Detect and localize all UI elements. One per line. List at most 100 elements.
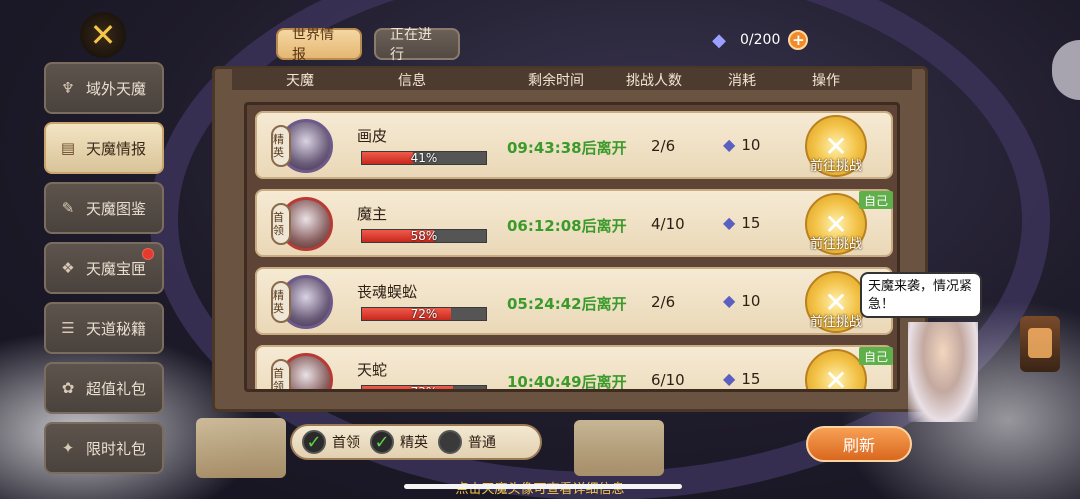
challenger-count: 4/10: [651, 215, 685, 233]
tab-world-intel[interactable]: 世界情报: [276, 27, 362, 63]
rank-tag: 精英: [271, 281, 291, 323]
remaining-time: 09:43:38后离开: [507, 139, 627, 157]
table-header: 天魔 信息 剩余时间 挑战人数 消耗 操作: [232, 68, 912, 90]
gem-icon: ◆: [723, 369, 736, 388]
hp-bar: 58%: [361, 229, 487, 243]
remaining-time: 06:12:08后离开: [507, 217, 627, 235]
challenge-button[interactable]: ✕: [805, 349, 867, 389]
rank-tag: 首领: [271, 203, 291, 245]
sidebar-item-0[interactable]: ♆ 域外天魔: [44, 62, 164, 114]
tab-in-progress[interactable]: 正在进行: [374, 27, 460, 63]
desk-compass-decoration: [574, 420, 664, 476]
hp-percent: 72%: [410, 307, 438, 321]
sidebar-item-label: 超值礼包: [86, 379, 147, 398]
sidebar-item-2[interactable]: ✎ 天魔图鉴: [44, 182, 164, 234]
hp-bar: 72%: [361, 307, 487, 321]
demon-avatar[interactable]: 精英: [271, 275, 333, 331]
demon-icon: ♆: [61, 79, 75, 97]
sidebar-item-label: 天魔图鉴: [86, 199, 147, 218]
gem-icon: ◆: [723, 291, 736, 310]
header-info: 信息: [398, 73, 426, 89]
limited-gift-icon: ✦: [61, 439, 75, 457]
manual-icon: ☰: [61, 319, 75, 337]
header-demon: 天魔: [286, 73, 314, 89]
challenger-count: 2/6: [651, 293, 676, 311]
challenge-label: 前往挑战: [809, 237, 862, 252]
filter-0[interactable]: ✓ 首领: [302, 430, 360, 454]
filter-2[interactable]: 普通: [438, 430, 496, 454]
scroll-icon: ✎: [61, 199, 75, 217]
cost: ◆ 15: [723, 213, 760, 232]
hp-bar: 41%: [361, 151, 487, 165]
demon-avatar[interactable]: 精英: [271, 119, 333, 175]
sidebar-item-label: 天道秘籍: [86, 319, 147, 338]
refresh-button[interactable]: 刷新: [806, 426, 912, 462]
remaining-time: 10:40:49后离开: [507, 373, 627, 391]
demon-avatar[interactable]: 首领: [271, 353, 333, 389]
desk-scroll-decoration: [196, 418, 286, 478]
header-action: 操作: [812, 73, 840, 89]
demon-name: 丧魂蜈蚣: [357, 283, 418, 301]
checkbox-icon[interactable]: [438, 430, 462, 454]
header-time: 剩余时间: [528, 73, 584, 89]
cost: ◆ 10: [723, 135, 760, 154]
filter-label: 精英: [400, 435, 428, 451]
sidebar-item-3[interactable]: ❖ 天魔宝匣: [44, 242, 164, 294]
sidebar-item-1[interactable]: ▤ 天魔情报: [44, 122, 164, 174]
book-icon: ▤: [60, 139, 76, 157]
sidebar-item-6[interactable]: ✦ 限时礼包: [44, 422, 164, 474]
table-row: 首领 魔主 58% 06:12:08后离开 4/10 ◆ 15 ✕ 前往挑战 自…: [255, 189, 893, 257]
demon-list[interactable]: 精英 画皮 41% 09:43:38后离开 2/6 ◆ 10 ✕ 前往挑战 首领…: [244, 102, 900, 392]
cost-value: 10: [741, 135, 761, 154]
sidebar-item-4[interactable]: ☰ 天道秘籍: [44, 302, 164, 354]
crossed-swords-icon[interactable]: ✕: [80, 12, 126, 58]
gift-icon: ✿: [61, 379, 75, 397]
rank-tag: 首领: [271, 359, 291, 389]
hp-percent: 41%: [410, 151, 438, 165]
plus-icon[interactable]: +: [788, 30, 809, 50]
demon-avatar[interactable]: 首领: [271, 197, 333, 253]
challenger-count: 6/10: [651, 371, 685, 389]
notification-dot: [142, 248, 154, 260]
sidebar-item-label: 限时礼包: [86, 439, 147, 458]
table-row: 首领 天蛇 73% 10:40:49后离开 6/10 ◆ 15 ✕ 前往挑战 自…: [255, 345, 893, 392]
checkbox-icon[interactable]: ✓: [302, 430, 326, 454]
demon-name: 天蛇: [357, 361, 388, 379]
npc-character: [908, 322, 978, 422]
demon-name: 画皮: [357, 127, 388, 145]
moon-decoration: [1052, 40, 1080, 100]
hp-percent: 58%: [410, 229, 438, 243]
currency-value: 0/200: [740, 32, 781, 48]
header-count: 挑战人数: [626, 73, 682, 89]
sidebar: ♆ 域外天魔 ▤ 天魔情报 ✎ 天魔图鉴 ❖ 天魔宝匣 ☰ 天道秘籍 ✿ 超值礼包 ✦ 限时礼包: [44, 62, 164, 482]
cost-value: 10: [741, 291, 761, 310]
own-badge: 自己: [859, 191, 893, 209]
npc-speech-bubble: 天魔来袭，情况紧急！: [860, 272, 982, 318]
challenger-count: 2/6: [651, 137, 676, 155]
cost: ◆ 15: [723, 369, 760, 388]
sidebar-item-label: 天魔情报: [86, 139, 147, 158]
filter-label: 普通: [468, 435, 496, 451]
sidebar-item-5[interactable]: ✿ 超值礼包: [44, 362, 164, 414]
checkbox-icon[interactable]: ✓: [370, 430, 394, 454]
gem-icon: ◆: [712, 29, 726, 51]
table-row: 精英 丧魂蜈蚣 72% 05:24:42后离开 2/6 ◆ 10 ✕ 前往挑战: [255, 267, 893, 335]
filter-1[interactable]: ✓ 精英: [370, 430, 428, 454]
currency-display: ◆ 0/200 +: [706, 28, 809, 52]
filter-label: 首领: [332, 435, 360, 451]
hp-percent: 73%: [410, 385, 438, 392]
lantern-decoration: [1020, 316, 1060, 372]
rank-tag: 精英: [271, 125, 291, 167]
demon-name: 魔主: [357, 205, 388, 223]
gem-icon: ◆: [723, 135, 736, 154]
chest-icon: ❖: [61, 259, 75, 277]
hp-bar: 73%: [361, 385, 487, 392]
sidebar-item-label: 域外天魔: [86, 79, 147, 98]
remaining-time: 05:24:42后离开: [507, 295, 627, 313]
own-badge: 自己: [859, 347, 893, 365]
filter-bar: ✓ 首领 ✓ 精英 普通: [290, 424, 542, 460]
gem-icon: ◆: [723, 213, 736, 232]
table-row: 精英 画皮 41% 09:43:38后离开 2/6 ◆ 10 ✕ 前往挑战: [255, 111, 893, 179]
challenge-label: 前往挑战: [809, 159, 862, 174]
header-cost: 消耗: [728, 73, 756, 89]
